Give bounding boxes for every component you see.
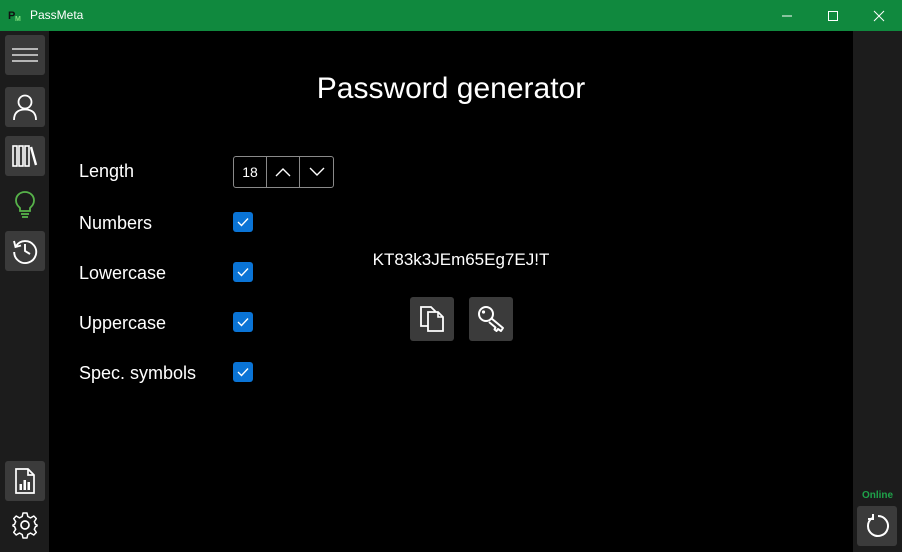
generated-password: KT83k3JEm65Eg7EJ!T (372, 250, 550, 269)
user-icon (13, 94, 37, 121)
page-title: Password generator (316, 72, 586, 105)
close-icon (873, 10, 885, 21)
lowercase-label: Lowercase (79, 263, 167, 283)
lightbulb-icon (15, 191, 35, 218)
minimize-icon (782, 15, 792, 16)
close-button[interactable] (856, 0, 902, 31)
app-logo-icon: P M (8, 10, 21, 22)
checkmark-icon (237, 318, 249, 327)
lowercase-checkbox[interactable] (233, 262, 253, 282)
checkmark-icon (237, 268, 249, 277)
sidebar-item-settings[interactable] (5, 505, 45, 545)
minimize-button[interactable] (764, 0, 810, 31)
checkmark-icon (237, 218, 249, 227)
length-decrease-button[interactable] (300, 157, 333, 187)
refresh-icon (867, 514, 889, 537)
library-icon (12, 145, 38, 167)
maximize-icon (828, 10, 838, 21)
special-symbols-checkbox[interactable] (233, 362, 253, 382)
title-bar: P M PassMeta (0, 0, 902, 31)
numbers-label: Numbers (79, 213, 153, 233)
sidebar-item-account[interactable] (5, 87, 45, 127)
copy-password-button[interactable] (410, 297, 454, 341)
sidebar-item-history[interactable] (5, 231, 45, 271)
length-label: Length (79, 161, 135, 181)
generate-password-button[interactable] (469, 297, 513, 341)
chevron-up-icon (275, 168, 291, 177)
sidebar-item-generator[interactable] (5, 184, 45, 224)
gear-icon (12, 512, 38, 539)
uppercase-label: Uppercase (79, 313, 167, 333)
length-input[interactable]: 18 (234, 157, 267, 187)
chevron-down-icon (309, 167, 324, 176)
report-icon (15, 468, 35, 494)
main-content: Password generator Length 18 Numbers Low… (49, 31, 853, 552)
sidebar-menu-button[interactable] (5, 35, 45, 75)
checkmark-icon (237, 368, 249, 377)
refresh-button[interactable] (857, 506, 897, 546)
maximize-button[interactable] (810, 0, 856, 31)
menu-icon (12, 48, 38, 62)
sidebar-right: Online (853, 31, 902, 552)
connection-status: Online (861, 490, 894, 501)
special-symbols-label: Spec. symbols (79, 363, 197, 383)
numbers-checkbox[interactable] (233, 212, 253, 232)
sidebar-left (0, 31, 49, 552)
svg-text:M: M (15, 16, 21, 22)
uppercase-checkbox[interactable] (233, 312, 253, 332)
copy-icon (420, 306, 444, 332)
sidebar-item-storage[interactable] (5, 136, 45, 176)
length-stepper: 18 (233, 156, 334, 188)
length-increase-button[interactable] (267, 157, 300, 187)
window-title: PassMeta (30, 8, 84, 22)
sidebar-item-journal[interactable] (5, 461, 45, 501)
key-icon (478, 306, 504, 332)
history-icon (13, 240, 38, 264)
